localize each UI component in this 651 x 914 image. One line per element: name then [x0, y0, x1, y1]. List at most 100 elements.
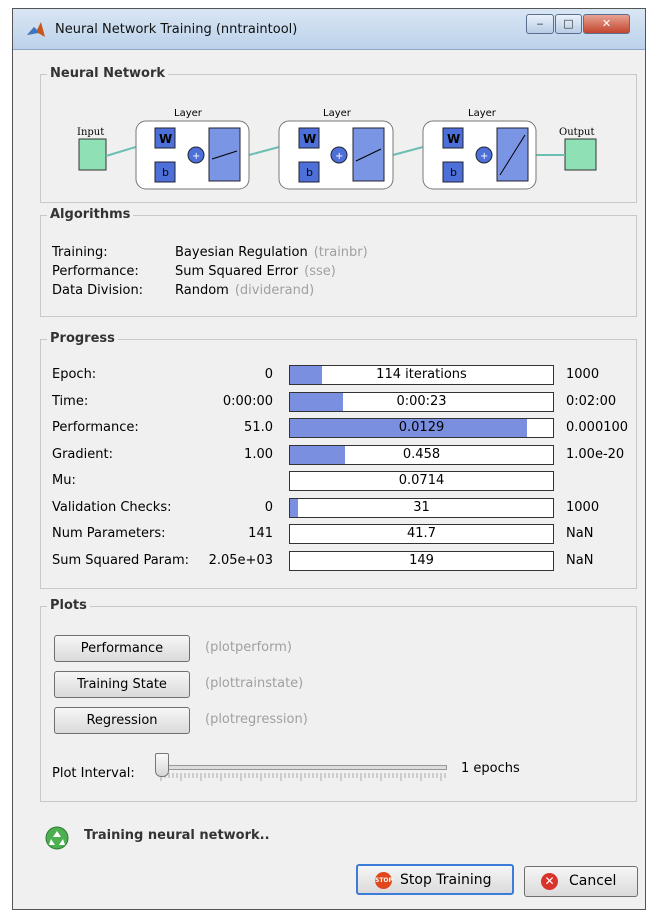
progress-current-value: 0.458 [402, 446, 441, 462]
progress-bar: 0.0714 [289, 471, 554, 491]
progress-start-value: 0 [264, 499, 273, 515]
stop-training-label: Stop Training [400, 872, 492, 888]
plot-button-training-state[interactable]: Training State [54, 671, 190, 698]
progress-current-value: 41.7 [407, 526, 436, 541]
progress-panel: Progress Epoch: 0 114 iterations 1000 Time: 0… [40, 331, 637, 589]
algorithm-label: Data Division: [52, 283, 144, 298]
input-node [78, 138, 107, 171]
output-label: Output [559, 127, 595, 138]
plot-interval-value: 1 epochs [461, 761, 520, 776]
progress-end-value: NaN [566, 552, 594, 568]
algorithms-panel: Algorithms Training: Bayesian Regulation (… [40, 207, 637, 317]
plot-button-regression[interactable]: Regression [54, 707, 190, 734]
progress-end-value: 1000 [566, 367, 600, 382]
section-title: Plots [47, 598, 90, 613]
algorithm-function: (dividerand) [234, 283, 315, 298]
bias-label: b [162, 166, 169, 179]
cancel-label: Cancel [569, 873, 617, 889]
weight-label: W [447, 132, 460, 146]
slider-track [161, 765, 447, 770]
progress-start-value: 0 [264, 367, 273, 382]
progress-current-value: 0.0714 [398, 473, 445, 488]
status-text: Training neural network.. [84, 828, 270, 843]
progress-bar: 31 [289, 497, 554, 518]
bias-label: b [450, 166, 457, 179]
progress-bar: 114 iterations [289, 365, 554, 385]
algorithm-entry: Random (dividerand) [175, 283, 314, 298]
bias-label: b [306, 166, 313, 179]
progress-end-value: NaN [566, 526, 594, 541]
sum-symbol: + [480, 151, 488, 162]
progress-bar: 0.0129 [289, 418, 554, 438]
progress-current-value: 0.0129 [398, 420, 445, 435]
weight-label: W [303, 132, 316, 146]
input-label: Input [77, 127, 104, 138]
progress-label: Gradient: [52, 446, 113, 462]
progress-label: Epoch: [52, 367, 97, 382]
algorithm-function: (trainbr) [313, 245, 368, 260]
progress-label: Num Parameters: [52, 526, 166, 541]
connection-line [248, 146, 280, 156]
minimize-button[interactable]: ‒ [526, 14, 554, 34]
algorithm-label: Training: [52, 245, 108, 260]
progress-current-value: 149 [409, 552, 434, 568]
title-bar[interactable]: Neural Network Training (nntraintool) ‒ … [13, 9, 645, 50]
algorithm-entry: Bayesian Regulation (trainbr) [175, 245, 368, 260]
progress-end-value: 1.00e-20 [566, 446, 625, 462]
stop-icon: STOP [375, 872, 393, 889]
progress-bar: 41.7 [289, 524, 554, 544]
progress-start-value: 1.00 [244, 446, 273, 462]
maximize-button[interactable]: □ [555, 14, 582, 34]
progress-bar: 0:00:23 [289, 391, 554, 412]
progress-end-value: 1000 [566, 499, 600, 515]
algorithm-entry: Sum Squared Error (sse) [175, 264, 336, 279]
algorithm-value: Sum Squared Error [175, 264, 299, 279]
network-diagram: Input Output Layer W b + Layer W b + Lay… [77, 108, 597, 190]
matlab-icon [27, 22, 45, 37]
plot-button-performance[interactable]: Performance [54, 635, 190, 662]
close-button[interactable]: ✕ [583, 14, 630, 34]
cancel-icon: ✕ [541, 873, 558, 890]
output-node [564, 138, 597, 171]
slider-ticks [160, 773, 446, 781]
plot-function: (plotregression) [205, 712, 308, 727]
plots-panel: Plots Performance (plotperform) Training S… [40, 598, 637, 802]
progress-start-value: 0:00:00 [222, 393, 273, 409]
section-title: Algorithms [47, 207, 134, 222]
progress-start-value: 141 [248, 526, 273, 541]
progress-label: Time: [52, 393, 89, 409]
progress-label: Mu: [52, 473, 76, 488]
progress-bar: 0.458 [289, 444, 554, 465]
connection-line [105, 145, 140, 157]
stop-training-button[interactable]: STOP Stop Training [356, 864, 514, 895]
sum-symbol: + [335, 151, 343, 162]
progress-label: Performance: [52, 420, 139, 435]
layer-label: Layer [323, 108, 352, 119]
slider-thumb[interactable] [155, 753, 169, 777]
recycle-spinner-icon [45, 826, 69, 850]
cancel-button[interactable]: ✕ Cancel [524, 866, 638, 897]
algorithm-value: Random [175, 283, 229, 298]
plot-interval-label: Plot Interval: [52, 766, 135, 781]
weight-label: W [159, 132, 172, 146]
algorithm-label: Performance: [52, 264, 139, 279]
neural-network-panel: Neural Network Input Output Layer W b + … [40, 66, 637, 203]
section-title: Progress [47, 331, 118, 346]
plot-function: (plotperform) [205, 640, 292, 655]
progress-label: Validation Checks: [52, 499, 172, 515]
close-icon: ✕ [601, 17, 612, 30]
progress-current-value: 0:00:23 [396, 393, 447, 409]
layer-label: Layer [174, 108, 203, 119]
progress-current-value: 114 iterations [376, 367, 467, 382]
progress-start-value: 2.05e+03 [208, 552, 273, 568]
progress-end-value: 0:02:00 [566, 393, 617, 409]
progress-label: Sum Squared Param: [52, 552, 190, 568]
algorithm-value: Bayesian Regulation [175, 245, 308, 260]
window-title: Neural Network Training (nntraintool) [55, 22, 298, 37]
progress-current-value: 31 [413, 499, 430, 515]
plot-function: (plottrainstate) [205, 676, 304, 691]
progress-bar: 149 [289, 550, 554, 571]
progress-start-value: 51.0 [244, 420, 273, 435]
plot-interval-slider[interactable] [155, 751, 455, 787]
layer-label: Layer [468, 108, 497, 119]
